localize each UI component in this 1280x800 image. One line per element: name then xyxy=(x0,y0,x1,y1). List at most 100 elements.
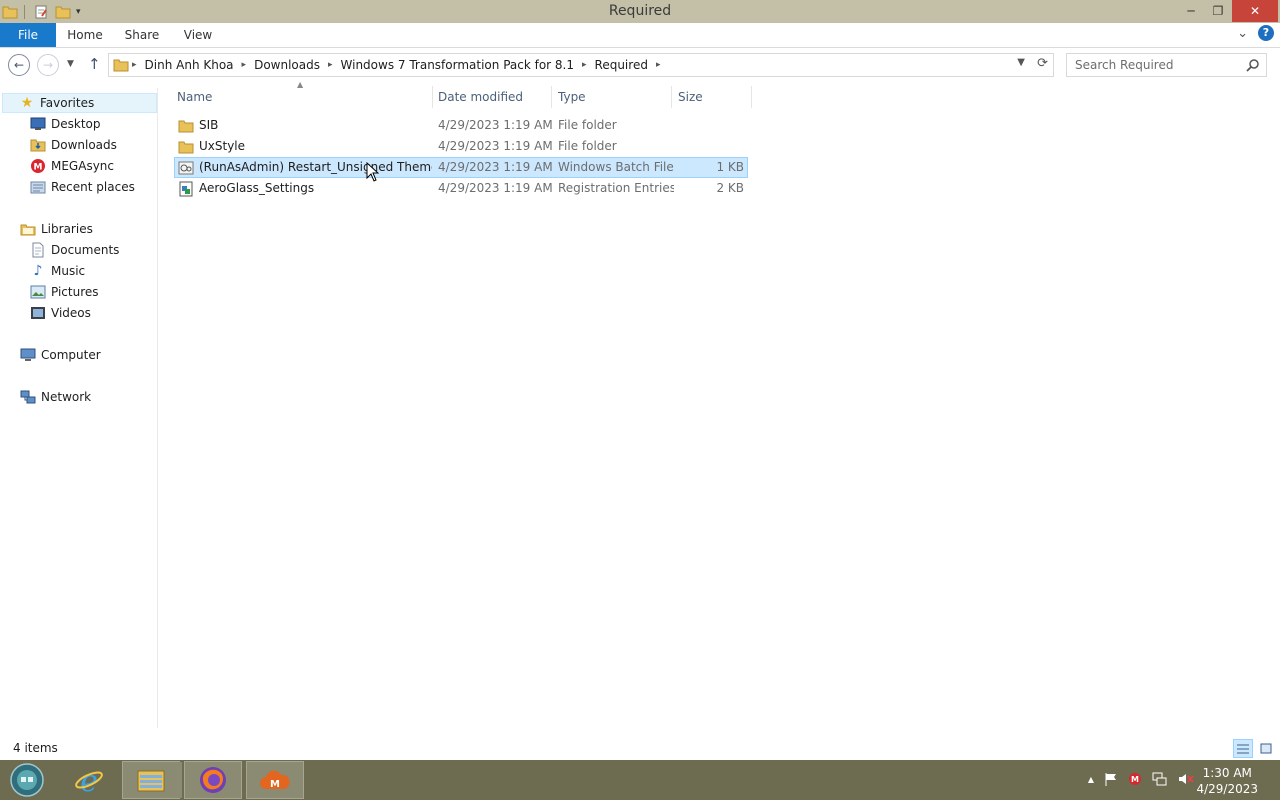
column-header-name[interactable]: Name xyxy=(173,86,433,108)
large-icons-view-button[interactable] xyxy=(1256,739,1276,758)
nav-music-label: Music xyxy=(51,264,86,278)
file-name-cell: UxStyle xyxy=(178,138,432,155)
search-input[interactable]: Search Required xyxy=(1066,53,1267,77)
item-count: 4 items xyxy=(13,741,58,755)
nav-desktop[interactable]: Desktop xyxy=(30,114,101,134)
taskbar-firefox[interactable] xyxy=(184,761,242,799)
breadcrumb-separator-icon[interactable]: ▸ xyxy=(129,60,140,70)
recent-locations-chevron-icon[interactable]: ▼ xyxy=(67,59,74,69)
recent-places-icon xyxy=(30,179,46,195)
close-button[interactable]: ✕ xyxy=(1232,0,1278,22)
file-name: SIB xyxy=(199,118,219,132)
file-type: Registration Entries xyxy=(558,181,674,195)
file-name: AeroGlass_Settings xyxy=(199,181,315,195)
minimize-button[interactable]: ─ xyxy=(1176,0,1206,22)
breadcrumb-user[interactable]: Dinh Anh Khoa xyxy=(140,58,239,72)
nav-computer[interactable]: Computer xyxy=(20,345,101,365)
firefox-icon xyxy=(200,767,226,793)
explorer-window: ▾ Required ─ ❐ ✕ File Home Share View ⌄ … xyxy=(0,0,1280,760)
breadcrumb-transformation-pack[interactable]: Windows 7 Transformation Pack for 8.1 xyxy=(336,58,579,72)
address-dropdown-chevron-icon[interactable]: ▼ xyxy=(1017,57,1025,68)
nav-downloads[interactable]: Downloads xyxy=(30,135,117,155)
search-placeholder: Search Required xyxy=(1075,58,1174,72)
registry-file-icon xyxy=(179,181,193,196)
file-name: (RunAsAdmin) Restart_Unsigned Themes... xyxy=(199,160,432,174)
show-hidden-icons-icon[interactable]: ▲ xyxy=(1088,775,1094,784)
file-explorer-icon xyxy=(137,770,165,792)
navigation-bar: ← → ▼ ↑ ▸ Dinh Anh Khoa ▸ Downloads ▸ Wi… xyxy=(0,49,1280,81)
file-size xyxy=(674,138,744,155)
ribbon-tabs: File Home Share View ⌄ ? xyxy=(0,23,1280,48)
nav-libraries-label: Libraries xyxy=(41,222,93,236)
address-bar[interactable]: ▸ Dinh Anh Khoa ▸ Downloads ▸ Windows 7 … xyxy=(108,53,1054,77)
taskbar: e M ▲ M 1:30 AM 4/29/2023 xyxy=(0,760,1280,800)
clock-date: 4/29/2023 xyxy=(1196,782,1258,796)
restore-button[interactable]: ❐ xyxy=(1204,0,1232,22)
file-name: UxStyle xyxy=(199,139,246,153)
volume-muted-icon[interactable] xyxy=(1178,772,1194,786)
svg-text:e: e xyxy=(80,765,98,795)
nav-megasync-label: MEGAsync xyxy=(51,159,114,173)
file-name-cell: AeroGlass_Settings xyxy=(178,180,432,197)
libraries-icon xyxy=(20,221,36,237)
nav-network[interactable]: Network xyxy=(20,387,91,407)
file-date: 4/29/2023 1:19 AM xyxy=(438,160,553,174)
details-view-button[interactable] xyxy=(1233,739,1253,758)
clock[interactable]: 1:30 AM 4/29/2023 xyxy=(1196,765,1258,797)
expand-ribbon-chevron-icon[interactable]: ⌄ xyxy=(1237,26,1248,41)
nav-favorites[interactable]: ★ Favorites xyxy=(2,93,157,113)
taskbar-internet-explorer[interactable]: e xyxy=(60,761,118,799)
clock-time: 1:30 AM xyxy=(1202,766,1252,780)
svg-text:M: M xyxy=(1131,775,1139,784)
breadcrumb-separator-icon[interactable]: ▸ xyxy=(325,60,336,70)
file-row[interactable]: UxStyle 4/29/2023 1:19 AM File folder xyxy=(174,136,748,157)
tab-view[interactable]: View xyxy=(176,23,220,47)
nav-documents[interactable]: Documents xyxy=(30,240,119,260)
taskbar-separator xyxy=(178,762,182,798)
tab-file[interactable]: File xyxy=(0,23,56,47)
megasync-tray-icon[interactable]: M xyxy=(1128,772,1142,786)
file-name-cell: SIB xyxy=(178,117,432,134)
back-button[interactable]: ← xyxy=(8,54,30,76)
breadcrumb-required[interactable]: Required xyxy=(590,58,653,72)
desktop-icon xyxy=(30,116,46,132)
tab-home[interactable]: Home xyxy=(62,23,108,47)
search-icon[interactable] xyxy=(1246,58,1260,72)
action-center-flag-icon[interactable] xyxy=(1104,772,1118,786)
breadcrumb-separator-icon[interactable]: ▸ xyxy=(579,60,590,70)
refresh-icon[interactable]: ⟳ xyxy=(1037,56,1048,71)
column-header-type[interactable]: Type xyxy=(554,86,672,108)
tab-share[interactable]: Share xyxy=(118,23,166,47)
taskbar-megasync[interactable]: M xyxy=(246,761,304,799)
file-row[interactable]: SIB 4/29/2023 1:19 AM File folder xyxy=(174,115,748,136)
file-row[interactable]: AeroGlass_Settings 4/29/2023 1:19 AM Reg… xyxy=(174,178,748,199)
documents-icon xyxy=(30,242,46,258)
nav-libraries[interactable]: Libraries xyxy=(20,219,93,239)
file-date: 4/29/2023 1:19 AM xyxy=(438,181,553,195)
nav-recent-places-label: Recent places xyxy=(51,180,135,194)
network-tray-icon[interactable] xyxy=(1152,772,1168,786)
forward-button[interactable]: → xyxy=(37,54,59,76)
nav-network-label: Network xyxy=(41,390,92,404)
help-icon[interactable]: ? xyxy=(1258,25,1274,41)
start-button[interactable] xyxy=(0,761,54,799)
column-header-date-modified[interactable]: Date modified xyxy=(434,86,552,108)
column-header-size[interactable]: Size xyxy=(674,86,752,108)
ribbon-controls: ⌄ ? xyxy=(1237,25,1274,41)
breadcrumb-separator-icon[interactable]: ▸ xyxy=(239,60,250,70)
nav-music[interactable]: ♪ Music xyxy=(30,261,86,281)
folder-icon xyxy=(178,120,194,132)
nav-videos[interactable]: Videos xyxy=(30,303,91,323)
svg-text:M: M xyxy=(34,163,43,173)
file-size xyxy=(674,117,744,134)
nav-downloads-label: Downloads xyxy=(51,138,117,152)
up-arrow-icon[interactable]: ↑ xyxy=(88,55,101,73)
file-row-selected[interactable]: (RunAsAdmin) Restart_Unsigned Themes... … xyxy=(174,157,748,178)
breadcrumb-downloads[interactable]: Downloads xyxy=(249,58,325,72)
nav-pictures[interactable]: Pictures xyxy=(30,282,99,302)
title-bar[interactable]: ▾ Required ─ ❐ ✕ xyxy=(0,0,1280,23)
nav-recent-places[interactable]: Recent places xyxy=(30,177,135,197)
breadcrumb-separator-icon[interactable]: ▸ xyxy=(653,60,664,70)
nav-megasync[interactable]: M MEGAsync xyxy=(30,156,114,176)
taskbar-file-explorer[interactable] xyxy=(122,761,180,799)
